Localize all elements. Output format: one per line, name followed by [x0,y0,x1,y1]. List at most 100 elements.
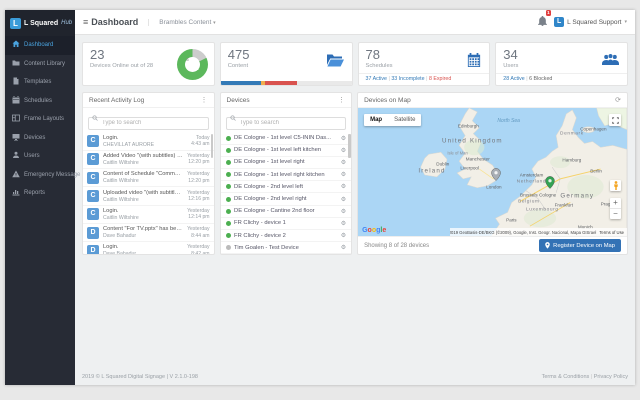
activity-time: 12:20 pm [187,178,209,185]
gear-icon[interactable]: ⚙ [341,135,346,142]
donut-online-label: 23 [194,66,199,71]
gear-icon[interactable]: ⚙ [341,244,346,251]
devices-on-map-panel: Devices on Map ⟳ [357,92,628,255]
chart-icon [12,188,20,198]
gear-icon[interactable]: ⚙ [341,220,346,227]
devices-scrollbar[interactable] [348,134,351,158]
device-status-dot [226,136,231,141]
notifications-button[interactable]: 1 [538,13,547,31]
activity-time: 8:44 am [187,233,209,240]
content-context-dropdown[interactable]: Brambles Content ▾ [148,19,215,26]
device-name: FR Clichy - device 2 [234,233,337,239]
device-list-item[interactable]: DE Cologne - 2nd level right ⚙ [221,193,352,205]
gear-icon[interactable]: ⚙ [341,232,346,239]
satellite-button[interactable]: Satellite [388,114,421,126]
activity-date: Yesterday [187,244,209,251]
sidebar-item-emergency-message[interactable]: Emergency Message [5,166,75,185]
sidebar: L L Squared Hub Dashboard Content Librar… [5,10,75,385]
user-menu[interactable]: L L Squared Support ▾ [554,17,627,27]
activity-date: Yesterday [187,226,209,233]
map-canvas[interactable]: North SeaEdinburghUnited KingdomIsle of … [358,108,627,236]
activity-time: 12:16 pm [187,196,209,203]
activity-avatar: D [87,245,99,254]
device-list-item[interactable]: FR Clichy - device 1 ⚙ [221,218,352,230]
sidebar-item-dashboard[interactable]: Dashboard [5,36,75,55]
sidebar-item-label: Devices [24,135,45,141]
terms-of-use-link[interactable]: Terms of Use [599,230,624,235]
device-list-item[interactable]: DE Cologne - 1st level C5-ININ Das... ⚙ [221,133,352,145]
copyright-text: 2019 © L Squared Digital Signage | V 2.1… [82,374,198,380]
sidebar-item-templates[interactable]: Templates [5,73,75,92]
bell-icon [538,16,547,26]
device-list-item[interactable]: FR Clichy - device 2 ⚙ [221,230,352,242]
refresh-icon[interactable]: ⟳ [615,96,621,104]
zoom-out-button[interactable]: − [610,209,621,219]
map-button[interactable]: Map [364,114,388,126]
gear-icon[interactable]: ⚙ [341,159,346,166]
device-list-item[interactable]: DE Cologne - 2nd level left ⚙ [221,181,352,193]
device-status-dot [226,184,231,189]
privacy-policy-link[interactable]: Privacy Policy [594,374,628,380]
activity-avatar: C [87,172,99,184]
kebab-menu-icon[interactable]: ⋮ [201,96,208,104]
register-device-button[interactable]: Register Device on Map [539,239,621,252]
devices-online-card: 23 Devices Online out of 28 23 5 [82,42,215,86]
activity-user: Caitlin Wiltshire [103,215,183,221]
sidebar-item-reports[interactable]: Reports [5,184,75,203]
sidebar-item-frame-layouts[interactable]: Frame Layouts [5,110,75,129]
activity-title: Login. [103,244,183,250]
zoom-in-button[interactable]: + [610,198,621,209]
device-icon [12,133,20,143]
gear-icon[interactable]: ⚙ [341,183,346,190]
sidebar-item-schedules[interactable]: Schedules [5,92,75,111]
gear-icon[interactable]: ⚙ [341,171,346,178]
activity-title: Login. [103,135,187,141]
notification-badge: 1 [546,10,552,16]
device-name: DE Cologne - 2nd level right [234,196,337,202]
device-list-item[interactable]: DE Cologne - Cantine 2nd floor ⚙ [221,206,352,218]
device-list-item[interactable]: DE Cologne - 1st level right ⚙ [221,157,352,169]
activity-scrollbar[interactable] [211,134,214,158]
app-logo: L L Squared Hub [5,10,75,36]
devices-search-input[interactable] [226,117,347,130]
context-dropdown-label: Brambles Content [159,19,211,26]
activity-list-item: D Content "For TV.pptx" has been ... Dav… [83,224,214,242]
menu-toggle-icon[interactable]: ≡ [83,17,88,27]
terms-conditions-link[interactable]: Terms & Conditions [542,374,590,380]
activity-date: Yesterday [187,171,209,178]
folder-icon [327,53,344,72]
activity-list-item: C Login. CHEVILLAT AURORE Today 4:43 am [83,133,214,151]
sidebar-item-users[interactable]: Users [5,147,75,166]
device-status-dot [226,172,231,177]
activity-title: Login. [103,208,183,214]
activity-list-item: C Content of Schedule "Communic... Caitl… [83,169,214,187]
kebab-menu-icon[interactable]: ⋮ [338,96,345,104]
map-type-control: Map Satellite [364,114,421,126]
activity-time: 8:42 am [187,251,209,254]
gear-icon[interactable]: ⚙ [341,196,346,203]
activity-search-input[interactable] [88,117,209,130]
google-logo[interactable]: Google [362,227,386,234]
gear-icon[interactable]: ⚙ [341,208,346,215]
devices-list: DE Cologne - 1st level C5-ININ Das... ⚙ … [221,133,352,255]
devices-panel: Devices ⋮ DE Cologne - 1st level [220,92,353,255]
sidebar-item-label: Frame Layouts [24,116,64,122]
device-list-item[interactable]: Tim Goalen - Test Device ⚙ [221,242,352,254]
breakdown-item: 33 Incomplete [391,76,429,82]
cologne-marker[interactable] [545,176,555,189]
fullscreen-button[interactable] [609,114,621,126]
pegman-streetview-icon[interactable] [610,180,621,191]
logo-suffix: Hub [61,20,72,26]
gear-icon[interactable]: ⚙ [341,147,346,154]
device-list-item[interactable]: DE Cologne - 1st level right kitchen ⚙ [221,169,352,181]
calendar-icon [12,96,20,106]
sidebar-item-content-library[interactable]: Content Library [5,55,75,74]
schedules-card: 78 Schedules 37 Active33 Incomplete8 Exp… [358,42,491,86]
user-icon [12,151,20,161]
device-list-item[interactable]: DE Cologne - 1st level left kitchen ⚙ [221,145,352,157]
london-marker[interactable] [491,168,501,181]
activity-list: C Login. CHEVILLAT AURORE Today 4:43 am [83,133,214,255]
sidebar-item-devices[interactable]: Devices [5,129,75,148]
logo-icon: L [10,18,21,29]
recent-activity-panel: Recent Activity Log ⋮ C [82,92,215,255]
